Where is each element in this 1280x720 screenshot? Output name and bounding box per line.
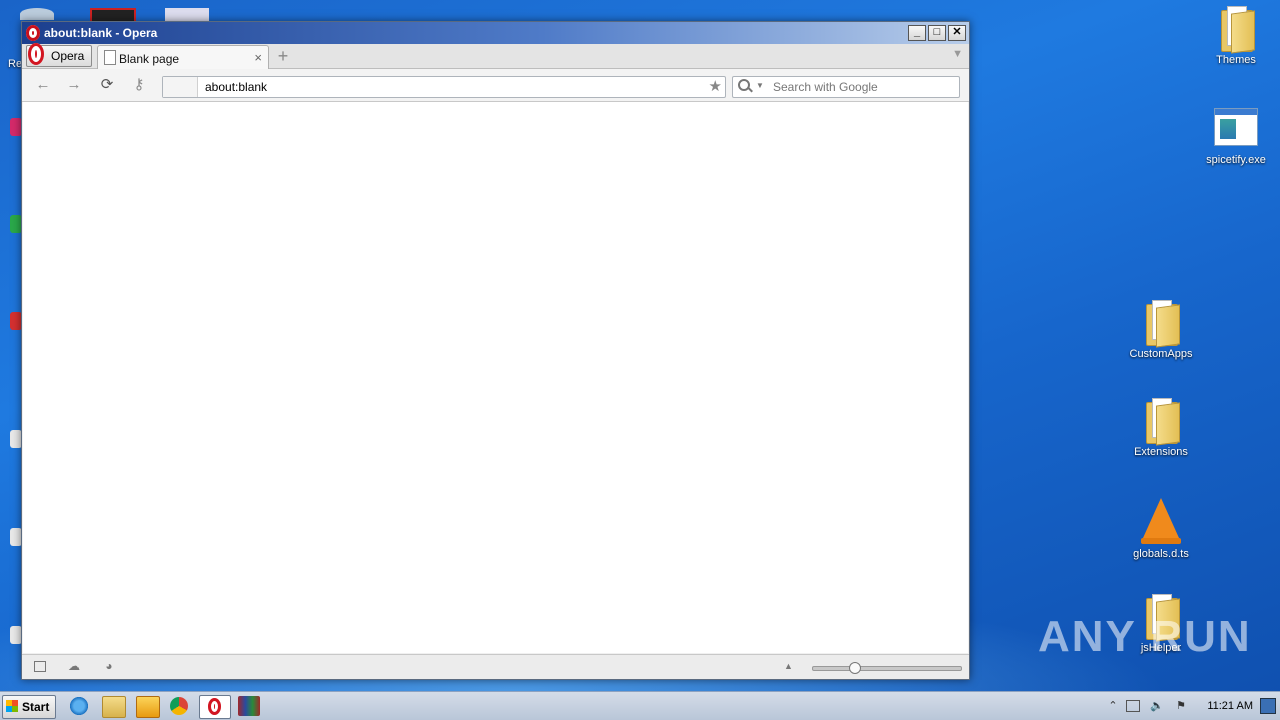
- winrar-icon[interactable]: [238, 696, 260, 716]
- anyrun-watermark: ANY RUN: [1038, 612, 1252, 661]
- turbo-gauge-icon[interactable]: ◕: [102, 660, 116, 672]
- search-engine-dropdown-icon[interactable]: ▼: [756, 81, 764, 90]
- desktop-icon-label: Extensions: [1134, 446, 1188, 458]
- recycle-bin-icon[interactable]: [20, 8, 54, 20]
- page-content[interactable]: [23, 102, 968, 653]
- page-icon: [104, 50, 116, 65]
- tab-blank-page[interactable]: Blank page ×: [97, 45, 269, 69]
- tab-label: Blank page: [119, 52, 180, 66]
- action-center-icon[interactable]: [1126, 700, 1140, 712]
- window-title: about:blank - Opera: [44, 26, 158, 40]
- window-titlebar[interactable]: about:blank - Opera _ □ ✕: [22, 22, 969, 44]
- zoom-slider[interactable]: [812, 662, 962, 674]
- site-badge[interactable]: [163, 77, 198, 97]
- explorer-icon[interactable]: [102, 696, 126, 718]
- close-button[interactable]: ✕: [948, 25, 966, 41]
- bookmark-star-icon[interactable]: ★: [709, 77, 722, 95]
- chrome-icon[interactable]: [170, 697, 188, 715]
- address-value: about:blank: [205, 80, 268, 94]
- wand-key-button[interactable]: ⚷: [130, 77, 148, 93]
- zoom-menu-icon[interactable]: ▲: [784, 661, 793, 671]
- vlc-icon: [1143, 498, 1179, 538]
- start-label: Start: [22, 700, 50, 714]
- zoom-slider-handle[interactable]: [849, 662, 861, 674]
- opera-icon: [208, 698, 221, 715]
- status-bar: ☁ ◕ ▲: [22, 654, 969, 679]
- new-tab-button[interactable]: +: [274, 47, 292, 65]
- folder-icon: [1144, 300, 1180, 348]
- minimize-button[interactable]: _: [908, 25, 926, 41]
- ie-icon[interactable]: [68, 696, 90, 716]
- folder-icon: [1144, 398, 1180, 446]
- navigation-bar: ← → ⟳ ⚷ about:blank ★ ▼ Search with Goog…: [22, 69, 969, 102]
- volume-icon[interactable]: 🔈: [1150, 699, 1164, 713]
- system-tray: ⌃ 🔈 ⚑ 11:21 AM: [1102, 692, 1280, 720]
- flag-icon[interactable]: ⚑: [1174, 699, 1188, 713]
- show-desktop-button[interactable]: [1260, 698, 1276, 714]
- search-icon: [738, 79, 750, 91]
- start-button[interactable]: Start: [2, 695, 56, 719]
- tab-bar: Opera Blank page × + ▼: [22, 43, 969, 69]
- maximize-button[interactable]: □: [928, 25, 946, 41]
- partial-desktop-icons: Re: [0, 0, 22, 690]
- desktop-icon-globals[interactable]: globals.d.ts: [1121, 498, 1201, 560]
- address-bar[interactable]: about:blank ★: [162, 76, 726, 98]
- opera-logo-icon: [26, 25, 40, 41]
- folder-icon: [1219, 6, 1255, 54]
- tab-menu-chevron-icon[interactable]: ▼: [952, 48, 963, 60]
- show-hidden-icons-icon[interactable]: ⌃: [1106, 699, 1120, 713]
- desktop-icon-customapps[interactable]: CustomApps: [1121, 300, 1201, 360]
- desktop-icon-themes[interactable]: Themes: [1196, 6, 1276, 66]
- desktop-icon-spicetify[interactable]: spicetify.exe: [1196, 108, 1276, 166]
- opera-logo-icon: [28, 43, 44, 65]
- exe-icon: [1214, 108, 1258, 146]
- tab-close-icon[interactable]: ×: [254, 50, 262, 65]
- search-placeholder: Search with Google: [773, 80, 878, 94]
- reload-button[interactable]: ⟳: [98, 77, 116, 93]
- windows-logo-icon: [6, 700, 18, 712]
- desktop-icon-label: Themes: [1216, 54, 1256, 66]
- desktop-icon-label: spicetify.exe: [1206, 154, 1266, 166]
- desktop-icon-extensions[interactable]: Extensions: [1121, 398, 1201, 458]
- taskbar: Start ⌃ 🔈 ⚑ 11:21 AM: [0, 691, 1280, 720]
- clock[interactable]: 11:21 AM: [1207, 700, 1253, 712]
- desktop-icon-label: globals.d.ts: [1133, 548, 1189, 560]
- partial-file-icon[interactable]: [165, 8, 209, 21]
- search-field[interactable]: ▼ Search with Google: [732, 76, 960, 98]
- partial-icon-label: Re: [8, 58, 23, 70]
- unite-cloud-icon[interactable]: ☁: [67, 660, 81, 672]
- panel-toggle-icon[interactable]: [34, 661, 46, 672]
- forward-button[interactable]: →: [65, 77, 83, 93]
- desktop-icon-label: CustomApps: [1129, 348, 1193, 360]
- opera-menu-button[interactable]: Opera: [26, 43, 92, 67]
- back-button[interactable]: ←: [34, 77, 52, 93]
- media-player-icon[interactable]: [136, 696, 160, 718]
- opera-taskbar-button[interactable]: [199, 695, 231, 719]
- opera-window: about:blank - Opera _ □ ✕ Opera Blank pa…: [21, 21, 970, 680]
- opera-menu-label: Opera: [51, 49, 85, 63]
